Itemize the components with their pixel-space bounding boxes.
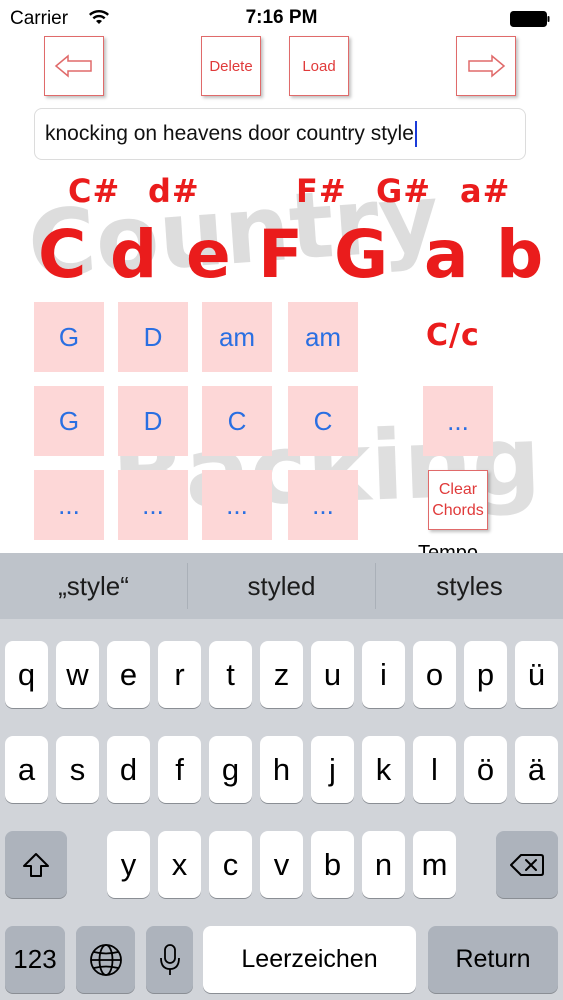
chord-cell[interactable]: C [202, 386, 272, 456]
key-d[interactable]: d [107, 736, 150, 803]
note-g[interactable]: G [334, 216, 389, 293]
clear-chords-label-1: Clear [438, 481, 478, 498]
note-sharp-c[interactable]: C# [68, 172, 120, 210]
key-h[interactable]: h [260, 736, 303, 803]
text-caret [414, 121, 417, 147]
shift-key[interactable] [5, 831, 67, 898]
note-sharp-a[interactable]: a# [460, 172, 510, 210]
clear-chords-label-2: Chords [432, 502, 484, 519]
key-i[interactable]: i [362, 641, 405, 708]
chord-cell-side[interactable]: ... [423, 386, 493, 456]
note-e[interactable]: e [186, 216, 232, 293]
globe-icon [89, 943, 122, 976]
key-u-umlaut[interactable]: ü [515, 641, 558, 708]
battery-icon [510, 11, 550, 27]
note-sharp-d[interactable]: d# [148, 172, 200, 210]
space-key[interactable]: Leerzeichen [203, 926, 416, 993]
note-d[interactable]: d [110, 216, 158, 293]
backspace-key[interactable] [496, 831, 558, 898]
key-q[interactable]: q [5, 641, 48, 708]
chord-cell[interactable]: ... [118, 470, 188, 540]
chord-cell[interactable]: D [118, 386, 188, 456]
clear-chords-button[interactable]: Clear Chords [428, 470, 488, 530]
song-title-text: knocking on heavens door country style [45, 122, 414, 145]
chord-cell[interactable]: G [34, 302, 104, 372]
chord-cell[interactable]: G [34, 386, 104, 456]
key-c[interactable]: c [209, 831, 252, 898]
return-key[interactable]: Return [428, 926, 558, 993]
key-l[interactable]: l [413, 736, 456, 803]
key-a[interactable]: a [5, 736, 48, 803]
note-c[interactable]: C [38, 216, 87, 293]
key-m[interactable]: m [413, 831, 456, 898]
key-z[interactable]: z [260, 641, 303, 708]
note-b[interactable]: b [496, 216, 544, 293]
arrow-right-icon [468, 54, 506, 78]
chord-cell[interactable]: ... [288, 470, 358, 540]
key-t[interactable]: t [209, 641, 252, 708]
key-a-umlaut[interactable]: ä [515, 736, 558, 803]
note-sharp-f[interactable]: F# [296, 172, 347, 210]
suggestion-item[interactable]: styles [376, 553, 563, 619]
microphone-icon [159, 943, 180, 975]
key-o-umlaut[interactable]: ö [464, 736, 507, 803]
previous-button[interactable] [44, 36, 104, 96]
key-u[interactable]: u [311, 641, 354, 708]
next-button[interactable] [456, 36, 516, 96]
shift-icon [23, 852, 49, 877]
key-p[interactable]: p [464, 641, 507, 708]
note-f[interactable]: F [258, 216, 304, 293]
suggestion-item[interactable]: „style“ [0, 553, 187, 619]
note-a[interactable]: a [424, 216, 470, 293]
clock: 7:16 PM [245, 7, 318, 28]
dictation-key[interactable] [146, 926, 193, 993]
chord-cell[interactable]: ... [34, 470, 104, 540]
chord-cell[interactable]: am [202, 302, 272, 372]
key-f[interactable]: f [158, 736, 201, 803]
chord-cell[interactable]: ... [202, 470, 272, 540]
key-y[interactable]: y [107, 831, 150, 898]
key-w[interactable]: w [56, 641, 99, 708]
suggestion-item[interactable]: styled [188, 553, 375, 619]
arrow-left-icon [54, 54, 92, 78]
globe-key[interactable] [76, 926, 135, 993]
load-button[interactable]: Load [289, 36, 349, 96]
key-s[interactable]: s [56, 736, 99, 803]
key-g[interactable]: g [209, 736, 252, 803]
numbers-key[interactable]: 123 [5, 926, 65, 993]
key-e[interactable]: e [107, 641, 150, 708]
chord-cell[interactable]: D [118, 302, 188, 372]
delete-button[interactable]: Delete [201, 36, 261, 96]
key-r[interactable]: r [158, 641, 201, 708]
song-title-input[interactable]: knocking on heavens door country style [34, 108, 526, 160]
key-mode-toggle[interactable]: C/c [426, 318, 480, 353]
chord-cell[interactable]: C [288, 386, 358, 456]
key-v[interactable]: v [260, 831, 303, 898]
key-o[interactable]: o [413, 641, 456, 708]
suggestion-bar: „style“ styled styles [0, 553, 563, 619]
key-k[interactable]: k [362, 736, 405, 803]
key-x[interactable]: x [158, 831, 201, 898]
status-bar: Carrier 7:16 PM [0, 0, 563, 36]
key-j[interactable]: j [311, 736, 354, 803]
key-b[interactable]: b [311, 831, 354, 898]
chord-cell[interactable]: am [288, 302, 358, 372]
note-sharp-g[interactable]: G# [376, 172, 431, 210]
backspace-icon [510, 853, 544, 876]
key-n[interactable]: n [362, 831, 405, 898]
